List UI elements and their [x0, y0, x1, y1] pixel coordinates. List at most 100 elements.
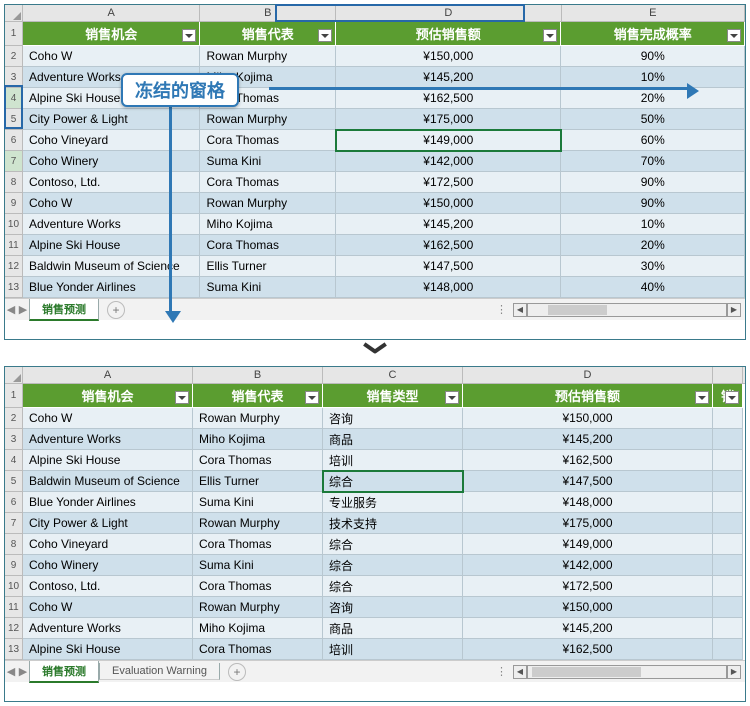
row-header[interactable]: 12: [5, 618, 23, 639]
col-header-D[interactable]: D: [336, 5, 561, 21]
cell[interactable]: Cora Thomas: [200, 172, 336, 193]
cell[interactable]: Miho Kojima: [193, 429, 323, 450]
cell[interactable]: Rowan Murphy: [200, 46, 336, 67]
cell[interactable]: [713, 513, 743, 534]
row-header[interactable]: 7: [5, 151, 23, 172]
cell[interactable]: ¥149,000: [336, 130, 561, 151]
row-header[interactable]: 5: [5, 109, 23, 130]
filter-dropdown-icon[interactable]: [182, 29, 196, 42]
cell[interactable]: 咨询: [323, 597, 463, 618]
cell[interactable]: [713, 534, 743, 555]
add-sheet-button[interactable]: +: [107, 301, 125, 319]
cell[interactable]: Alpine Ski House: [23, 450, 193, 471]
filter-dropdown-icon[interactable]: [175, 391, 189, 404]
cell[interactable]: ¥162,500: [336, 88, 561, 109]
cell[interactable]: [713, 408, 743, 429]
cell[interactable]: ¥150,000: [336, 46, 561, 67]
cell[interactable]: 综合: [323, 471, 463, 492]
cell[interactable]: Suma Kini: [193, 555, 323, 576]
row-header[interactable]: 10: [5, 576, 23, 597]
cell[interactable]: 综合: [323, 534, 463, 555]
cell[interactable]: Miho Kojima: [193, 618, 323, 639]
row-header[interactable]: 3: [5, 67, 23, 88]
cell[interactable]: 90%: [561, 193, 745, 214]
cell[interactable]: Cora Thomas: [193, 576, 323, 597]
col-header-B[interactable]: B: [200, 5, 336, 21]
scroll-track[interactable]: [527, 665, 727, 679]
table-header[interactable]: 销: [713, 384, 743, 408]
cell[interactable]: Adventure Works: [23, 429, 193, 450]
row-header[interactable]: 7: [5, 513, 23, 534]
cell[interactable]: ¥147,500: [463, 471, 713, 492]
row-header[interactable]: 8: [5, 172, 23, 193]
row-header[interactable]: 2: [5, 46, 23, 67]
cell[interactable]: [713, 492, 743, 513]
row-header[interactable]: 13: [5, 639, 23, 660]
col-header-A[interactable]: A: [23, 5, 201, 21]
cell[interactable]: ¥150,000: [463, 597, 713, 618]
cell[interactable]: Blue Yonder Airlines: [23, 492, 193, 513]
row-header[interactable]: 1: [5, 384, 23, 408]
filter-dropdown-icon[interactable]: [543, 29, 557, 42]
filter-dropdown-icon[interactable]: [445, 391, 459, 404]
cell[interactable]: ¥145,200: [336, 67, 561, 88]
cell[interactable]: Rowan Murphy: [193, 513, 323, 534]
table-header[interactable]: 预估销售额: [336, 22, 561, 46]
col-header-C[interactable]: C: [323, 367, 463, 383]
row-header[interactable]: 2: [5, 408, 23, 429]
table-header[interactable]: 销售代表: [200, 22, 336, 46]
row-header[interactable]: 13: [5, 277, 23, 298]
select-all-corner[interactable]: [5, 5, 23, 21]
cell[interactable]: ¥162,500: [336, 235, 561, 256]
cell[interactable]: Miho Kojima: [200, 214, 336, 235]
cell[interactable]: Contoso, Ltd.: [23, 576, 193, 597]
row-header[interactable]: 9: [5, 193, 23, 214]
cell[interactable]: ¥162,500: [463, 639, 713, 660]
grid[interactable]: 1销售机会销售代表销售类型预估销售额销2Coho WRowan Murphy咨询…: [5, 384, 745, 660]
row-header[interactable]: 1: [5, 22, 23, 46]
cell[interactable]: ¥145,200: [463, 618, 713, 639]
scroll-left-button[interactable]: ◀: [513, 303, 527, 317]
cell[interactable]: 30%: [561, 256, 745, 277]
cell[interactable]: Suma Kini: [193, 492, 323, 513]
cell[interactable]: [713, 618, 743, 639]
cell[interactable]: ¥175,000: [336, 109, 561, 130]
sheet-nav-prev[interactable]: ◀: [5, 665, 17, 678]
cell[interactable]: City Power & Light: [23, 513, 193, 534]
sheet-nav-prev[interactable]: ◀: [5, 303, 17, 316]
cell[interactable]: Adventure Works: [23, 214, 201, 235]
row-header[interactable]: 10: [5, 214, 23, 235]
table-header[interactable]: 销售机会: [23, 22, 201, 46]
add-sheet-button[interactable]: +: [228, 663, 246, 681]
cell[interactable]: Rowan Murphy: [200, 193, 336, 214]
cell[interactable]: Alpine Ski House: [23, 639, 193, 660]
cell[interactable]: 50%: [561, 109, 745, 130]
scroll-right-button[interactable]: ▶: [727, 665, 741, 679]
row-header[interactable]: 9: [5, 555, 23, 576]
cell[interactable]: Coho Vineyard: [23, 130, 201, 151]
cell[interactable]: [713, 576, 743, 597]
cell[interactable]: 10%: [561, 214, 745, 235]
cell[interactable]: Coho Winery: [23, 555, 193, 576]
cell[interactable]: 商品: [323, 618, 463, 639]
sheet-tab-active[interactable]: 销售预测: [29, 661, 99, 683]
table-header[interactable]: 销售完成概率: [561, 22, 745, 46]
cell[interactable]: ¥142,000: [336, 151, 561, 172]
cell[interactable]: Suma Kini: [200, 277, 336, 298]
row-header[interactable]: 4: [5, 450, 23, 471]
scroll-right-button[interactable]: ▶: [727, 303, 741, 317]
cell[interactable]: Rowan Murphy: [193, 597, 323, 618]
cell[interactable]: ¥175,000: [463, 513, 713, 534]
cell[interactable]: Alpine Ski House: [23, 235, 201, 256]
cell[interactable]: ¥150,000: [463, 408, 713, 429]
cell[interactable]: ¥150,000: [336, 193, 561, 214]
sheet-tab-inactive[interactable]: Evaluation Warning: [99, 663, 220, 680]
col-header-D[interactable]: D: [463, 367, 713, 383]
cell[interactable]: ¥147,500: [336, 256, 561, 277]
cell[interactable]: 技术支持: [323, 513, 463, 534]
cell[interactable]: 40%: [561, 277, 745, 298]
filter-dropdown-icon[interactable]: [725, 391, 739, 404]
select-all-corner[interactable]: [5, 367, 23, 383]
horizontal-scrollbar[interactable]: ⋮ ◀ ▶: [496, 303, 741, 317]
filter-dropdown-icon[interactable]: [727, 29, 741, 42]
